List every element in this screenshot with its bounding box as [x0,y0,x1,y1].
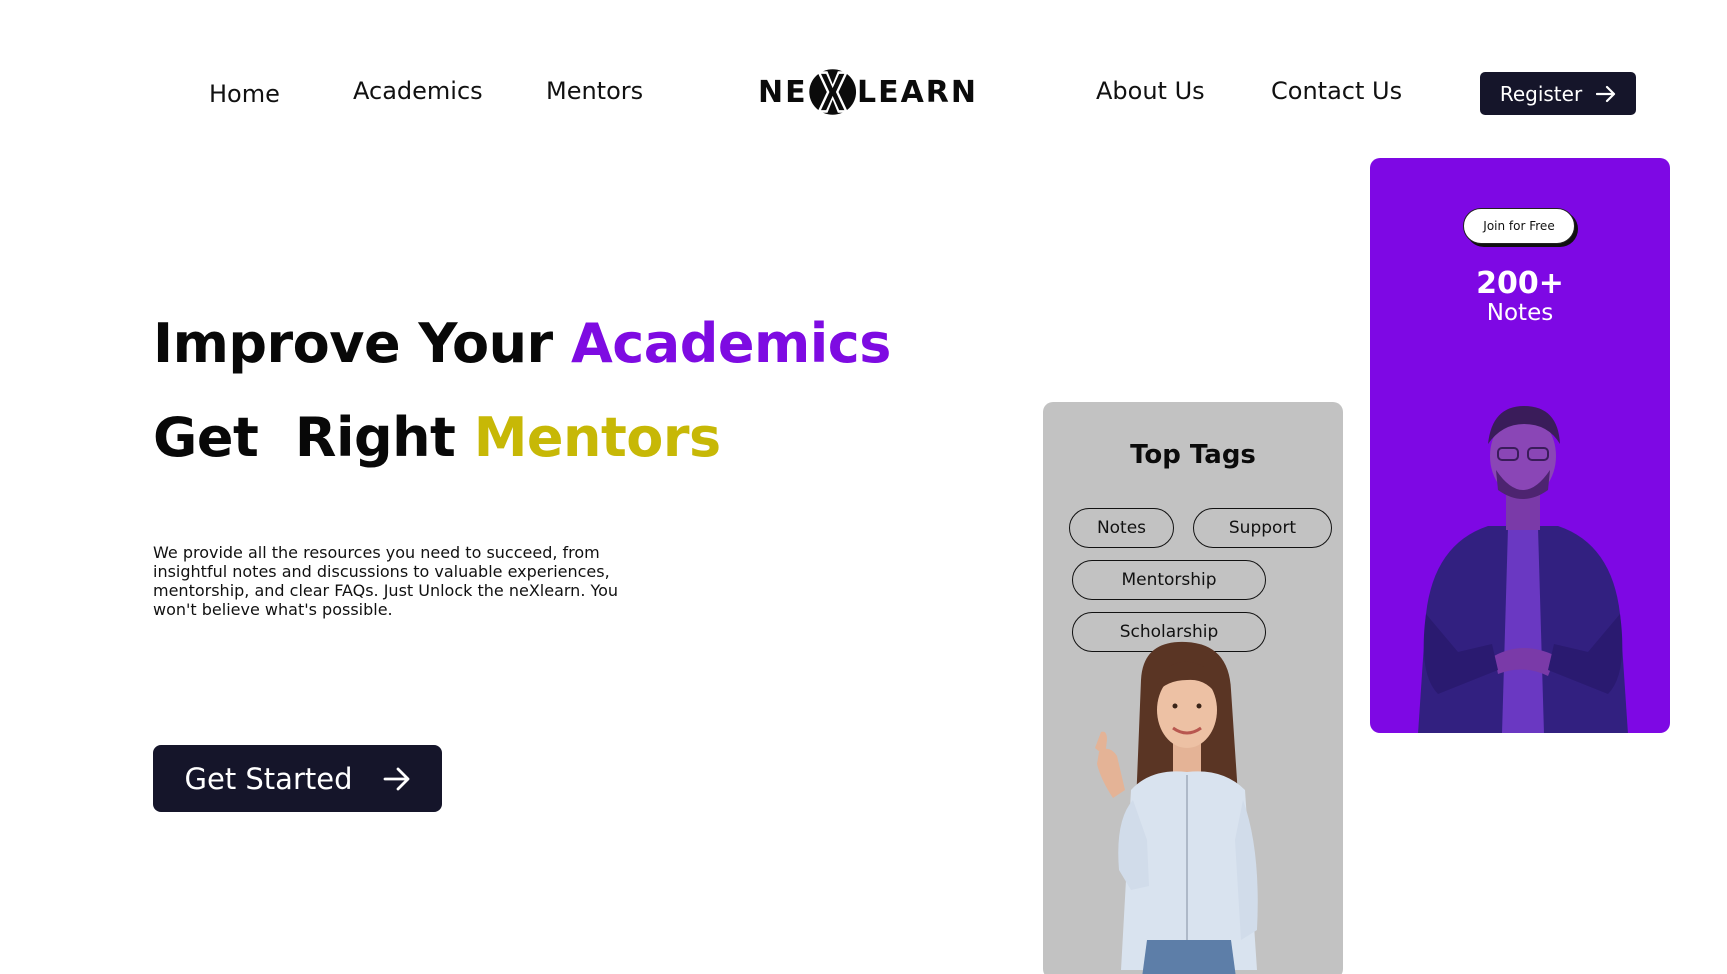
nav-link-academics[interactable]: Academics [353,77,483,105]
get-started-button[interactable]: Get Started [153,745,442,812]
nav-link-home[interactable]: Home [209,80,280,108]
nav-link-mentors[interactable]: Mentors [546,77,643,105]
arrow-right-icon [1596,85,1616,102]
headline-get-right: Get Right [153,406,456,469]
hero-headline-line2: Get Right Mentors [153,406,721,469]
headline-mentors: Mentors [473,406,722,469]
hero-headline-line1: Improve Your Academics [153,312,891,375]
logo-x-mark [808,69,856,115]
top-tags-card: Top Tags Notes Support Mentorship Schola… [1043,402,1343,974]
hero-description: We provide all the resources you need to… [153,543,619,619]
join-card: Join for Free 200+ Notes [1370,158,1670,733]
nav-link-about-us[interactable]: About Us [1096,77,1205,105]
join-for-free-button[interactable]: Join for Free [1463,208,1575,244]
tag-notes[interactable]: Notes [1069,508,1174,548]
headline-improve-your: Improve Your [153,312,553,375]
woman-photo [1095,641,1258,974]
top-tags-title: Top Tags [1130,440,1256,470]
brand-logo[interactable]: NE LEARN [758,56,978,128]
man-photo [1418,406,1628,733]
logo-prefix: NE [758,74,808,110]
tag-mentorship[interactable]: Mentorship [1072,560,1266,600]
headline-academics: Academics [571,312,891,375]
logo-suffix: LEARN [856,74,978,110]
notes-count-value: 200+ [1476,266,1564,301]
arrow-right-icon [383,767,409,790]
nav-link-contact-us[interactable]: Contact Us [1271,77,1402,105]
get-started-label: Get Started [184,761,353,796]
register-button-label: Register [1499,81,1583,106]
tag-support[interactable]: Support [1193,508,1332,548]
register-button[interactable]: Register [1480,72,1636,115]
notes-count-label: Notes [1486,300,1554,326]
